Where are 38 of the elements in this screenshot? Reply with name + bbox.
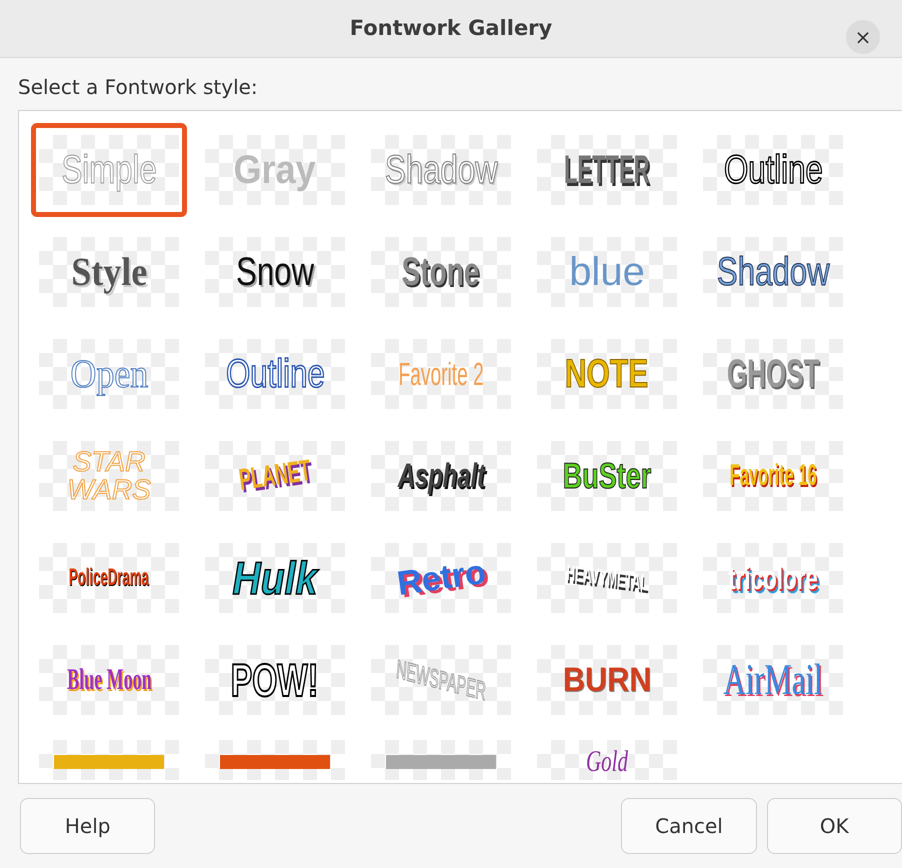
style-preview-text: Hulk (232, 555, 318, 602)
style-preview-text: PoliceDrama (69, 566, 149, 590)
ok-button[interactable]: OK (766, 798, 902, 854)
style-preview-text: Open (70, 354, 148, 394)
style-preview-text: PLANET (237, 456, 313, 496)
style-preview-text: Retro (394, 555, 488, 602)
style-preview-text: Outline (226, 354, 324, 394)
cancel-button[interactable]: Cancel (621, 798, 757, 854)
style-preview-text: Shadow (716, 252, 830, 292)
help-button[interactable]: Help (20, 798, 156, 854)
style-preview-text: Snow (236, 252, 314, 292)
style-preview-text: NEWSPAPER (395, 656, 487, 704)
style-preview-text: Favorite 2 (398, 358, 484, 390)
prompt-label: Select a Fontwork style: (18, 74, 259, 102)
style-preview-text: Gray (234, 150, 316, 190)
style-preview-text: Blue Moon (66, 665, 152, 696)
style-preview-text: AirMail (723, 658, 823, 702)
style-preview-text: Asphalt (397, 459, 485, 494)
style-preview-text: GHOST (726, 354, 820, 394)
close-button[interactable]: × (846, 20, 880, 54)
window-title: Fontwork Gallery (350, 14, 552, 42)
style-preview-text: Outline (724, 150, 822, 190)
style-preview-text: POW! (231, 657, 319, 704)
style-preview-text: Style (71, 252, 147, 292)
style-preview-text: BURN (562, 663, 652, 698)
style-preview-text: Stone (402, 252, 480, 292)
style-preview-text: STAR WARS (66, 448, 152, 504)
style-preview-text: NOTE (565, 354, 649, 394)
style-preview-text: blue (569, 252, 645, 292)
style-preview-text: Shadow (384, 150, 498, 190)
style-preview-text: LETTER (564, 150, 650, 190)
style-preview-text: Simple (61, 150, 157, 190)
style-preview-text: Gold (586, 747, 628, 778)
style-preview-text: HEAVYMETAL (566, 562, 648, 594)
style-preview-text: Favorite 16 (729, 461, 817, 492)
style-preview-text: BuSter (562, 458, 652, 494)
style-preview-text: tricolore (728, 562, 818, 594)
style-option[interactable]: Simple (31, 123, 187, 218)
